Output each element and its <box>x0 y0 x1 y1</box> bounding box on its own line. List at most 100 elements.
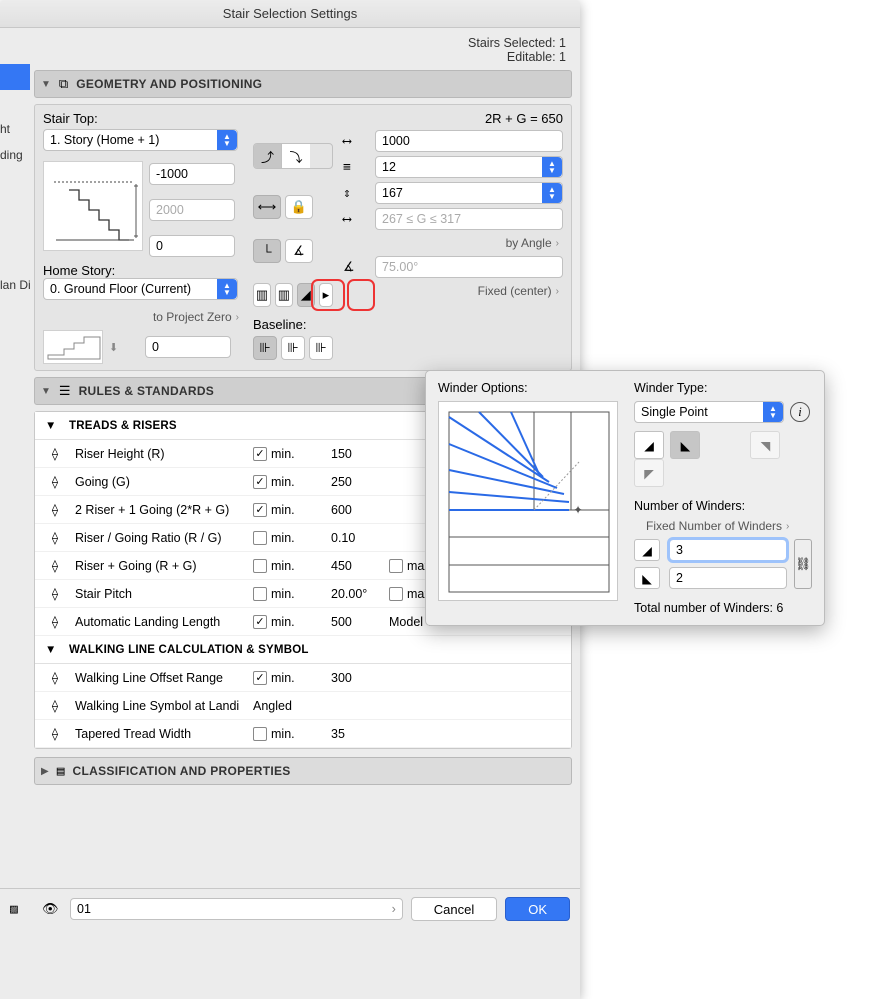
plan-diagram <box>43 330 103 364</box>
winder-type-select[interactable]: Single Point ▲▼ <box>634 401 784 423</box>
segment-turn-button[interactable]: ▥ <box>275 283 293 307</box>
width-input[interactable]: 1000 <box>375 130 563 152</box>
lock-tread-button[interactable]: 🔒 <box>285 195 313 219</box>
chevron-right-icon: › <box>556 286 559 297</box>
baseline-right-button[interactable]: ⊪ <box>309 336 333 360</box>
align-bottom-button[interactable]: └ <box>253 239 281 263</box>
rule-min-checkbox[interactable]: min. <box>253 727 323 741</box>
winder-style-b[interactable]: ◣ <box>670 431 700 459</box>
by-angle-link[interactable]: by Angle› <box>343 234 563 252</box>
stair-elevation-diagram <box>43 161 143 251</box>
rule-min-value[interactable]: 20.00° <box>331 587 381 601</box>
rule-min-checkbox[interactable]: min. <box>253 587 323 601</box>
highlight-winder <box>311 279 345 311</box>
rules-walking-header[interactable]: ▼ WALKING LINE CALCULATION & SYMBOL <box>35 636 571 664</box>
going-range-display: 267 ≤ G ≤ 317 <box>375 208 563 230</box>
winders-b-input[interactable] <box>669 567 787 589</box>
rule-min-checkbox[interactable]: ✓min. <box>253 447 323 461</box>
direction-up-icon[interactable]: ⤴ <box>254 144 282 168</box>
rule-min-checkbox[interactable]: min. <box>253 531 323 545</box>
angle-display: 75.00° <box>375 256 563 278</box>
rule-min-value[interactable]: 300 <box>331 671 381 685</box>
baseline-left-button[interactable]: ⊪ <box>253 336 277 360</box>
editable-label: Editable: 1 <box>0 50 566 64</box>
height-input[interactable]: 2000 <box>149 199 235 221</box>
stair-top-label: Stair Top: <box>43 111 243 126</box>
baseline-center-button[interactable]: ⊪ <box>281 336 305 360</box>
checkbox-icon: ✓ <box>253 671 267 685</box>
checkbox-icon: ✓ <box>253 615 267 629</box>
sidebar-item-active[interactable] <box>0 64 30 90</box>
chevron-right-icon: › <box>236 312 239 323</box>
rule-min-value[interactable]: 600 <box>331 503 381 517</box>
steps-select[interactable]: 12▲▼ <box>375 156 563 178</box>
arrow-down-icon: ⬇ <box>109 341 139 354</box>
cancel-button[interactable]: Cancel <box>411 897 497 921</box>
direction-toggle[interactable]: ⤴ ⤵ <box>253 143 333 169</box>
rule-icon: ⟠ <box>43 446 67 461</box>
width-icon: ⟷ <box>343 134 369 149</box>
rule-min-value[interactable]: 35 <box>331 727 381 741</box>
to-project-zero-link[interactable]: to Project Zero› <box>43 308 243 326</box>
top-offset-input[interactable]: -1000 <box>149 163 235 185</box>
project-zero-input[interactable]: 0 <box>145 336 231 358</box>
sidebar-item[interactable] <box>0 194 30 220</box>
properties-icon: ▤ <box>57 764 65 779</box>
disclosure-triangle-icon: ▼ <box>45 420 69 432</box>
stair-top-select[interactable]: 1. Story (Home + 1) ▲▼ <box>43 129 238 151</box>
riser-select[interactable]: 167▲▼ <box>375 182 563 204</box>
checkbox-icon: ✓ <box>253 503 267 517</box>
checkbox-icon <box>253 727 267 741</box>
segment-straight-button[interactable]: ▥ <box>253 283 271 307</box>
sidebar-item[interactable]: ht <box>0 116 30 142</box>
home-story-label: Home Story: <box>43 263 243 278</box>
rule-min-checkbox[interactable]: min. <box>253 559 323 573</box>
checkbox-icon <box>253 559 267 573</box>
rule-min-value[interactable]: 150 <box>331 447 381 461</box>
rule-icon: ⟠ <box>43 726 67 741</box>
bottom-offset-input[interactable]: 0 <box>149 235 235 257</box>
disclosure-triangle-icon: ▼ <box>45 644 69 656</box>
rule-min-checkbox[interactable]: ✓min. <box>253 671 323 685</box>
rule-icon: ⟠ <box>43 502 67 517</box>
align-angle-button[interactable]: ∡ <box>285 239 313 263</box>
rule-min-value[interactable]: 250 <box>331 475 381 489</box>
fixed-number-link[interactable]: Fixed Number of Winders› <box>634 513 813 539</box>
window-title: Stair Selection Settings <box>0 0 580 28</box>
rule-icon: ⟠ <box>43 698 67 713</box>
sidebar-item[interactable]: ding <box>0 142 30 168</box>
rule-min-checkbox[interactable]: ✓min. <box>253 475 323 489</box>
ok-button[interactable]: OK <box>505 897 570 921</box>
rule-icon: ⟠ <box>43 586 67 601</box>
winder-options-popup: Winder Options: <box>425 370 825 626</box>
rule-min-checkbox[interactable]: ✓min. <box>253 615 323 629</box>
checkbox-icon <box>389 587 403 601</box>
rule-min-value[interactable]: 500 <box>331 615 381 629</box>
winder-style-a[interactable]: ◢ <box>634 431 664 459</box>
sidebar-item[interactable] <box>0 168 30 194</box>
select-arrows-icon: ▲▼ <box>217 130 237 150</box>
going-icon: ⟷ <box>343 212 369 227</box>
link-values-button[interactable]: ⛓ <box>794 539 812 589</box>
rule-min-checkbox[interactable]: ✓min. <box>253 503 323 517</box>
direction-down-icon[interactable]: ⤵ <box>282 144 310 168</box>
sidebar-item[interactable]: lan Displ <box>0 272 30 298</box>
lock-width-button[interactable]: ⟷ <box>253 195 281 219</box>
sidebar-item[interactable] <box>0 90 30 116</box>
fixed-center-link[interactable]: Fixed (center)› <box>343 282 563 300</box>
winders-a-input[interactable] <box>669 539 787 561</box>
sidebar-item[interactable] <box>0 246 30 272</box>
info-icon[interactable]: i <box>790 402 810 422</box>
section-geometry-header[interactable]: ▼ ⧉ GEOMETRY AND POSITIONING <box>34 70 572 98</box>
rule-name: Riser Height (R) <box>75 447 245 461</box>
settings-window: Stair Selection Settings Stairs Selected… <box>0 0 580 999</box>
num-winders-label: Number of Winders: <box>634 499 813 513</box>
section-classification-header[interactable]: ▶ ▤ CLASSIFICATION AND PROPERTIES <box>34 757 572 785</box>
rule-min-value[interactable]: 450 <box>331 559 381 573</box>
sidebar-item[interactable] <box>0 220 30 246</box>
home-story-select[interactable]: 0. Ground Floor (Current) ▲▼ <box>43 278 238 300</box>
rule-name: Stair Pitch <box>75 587 245 601</box>
checkbox-icon: ✓ <box>253 475 267 489</box>
layer-select[interactable]: 01› <box>70 898 403 920</box>
rule-min-value[interactable]: 0.10 <box>331 531 381 545</box>
